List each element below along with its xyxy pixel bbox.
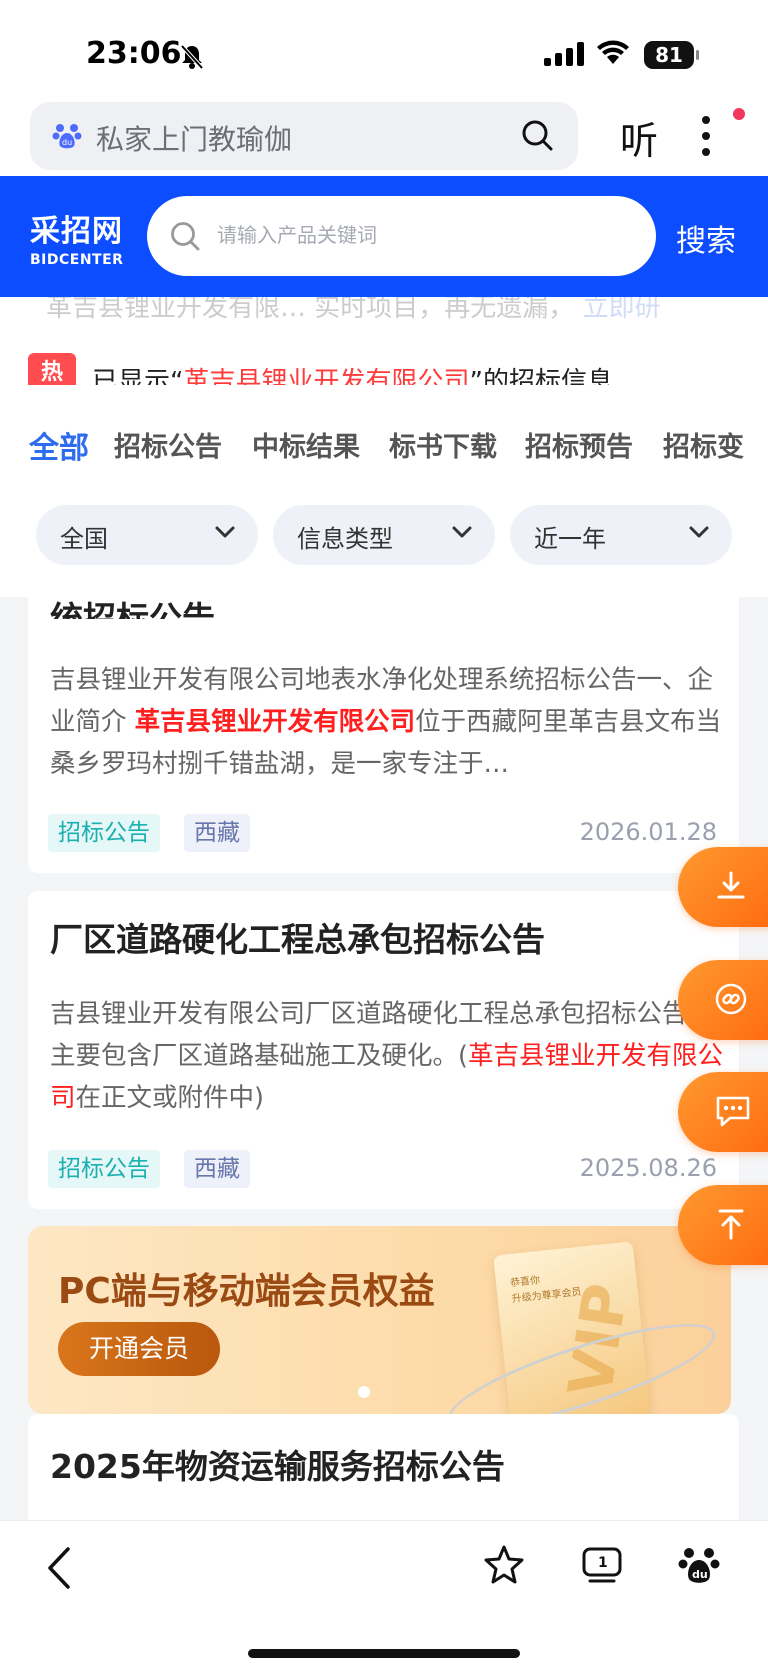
result-card[interactable]: 厂区道路硬化工程总承包招标公告 吉县锂业开发有限公司厂区道路硬化工程总承包招标公… — [28, 891, 739, 1209]
wifi-icon — [597, 40, 629, 64]
svg-text:1: 1 — [598, 1555, 608, 1571]
battery-indicator: 81 — [644, 41, 699, 69]
browser-toolbar: du 私家上门教瑜伽 听 — [0, 100, 768, 176]
browser-bottom-bar: 1 du — [0, 1520, 768, 1669]
chevron-down-icon — [452, 526, 472, 538]
filter-bar: 全国 信息类型 近一年 — [0, 485, 768, 597]
back-arrow-icon[interactable] — [42, 1543, 76, 1593]
site-search-icon — [171, 222, 200, 251]
site-header: 采招网 BIDCENTER 搜索 — [0, 176, 768, 297]
tab-doc-download[interactable]: 标书下载 — [389, 425, 497, 464]
cellular-signal-icon — [544, 42, 584, 66]
svg-text:du: du — [692, 1568, 708, 1581]
status-bar: 23:06 81 — [0, 0, 768, 100]
clock: 23:06 — [86, 36, 182, 71]
chat-icon — [716, 1096, 750, 1127]
more-menu-icon[interactable] — [700, 114, 712, 158]
arrow-up-icon — [718, 1209, 744, 1240]
tab-bid-notice[interactable]: 招标公告 — [114, 425, 222, 464]
site-search-box[interactable] — [147, 196, 656, 276]
info-type-filter[interactable]: 信息类型 — [273, 505, 495, 565]
result-description: 吉县锂业开发有限公司厂区道路硬化工程总承包招标公告，主要包含厂区道路基础施工及硬… — [50, 999, 723, 1113]
banner-title: PC端与移动端会员权益 — [58, 1271, 435, 1312]
link-icon — [715, 983, 747, 1015]
open-membership-button[interactable]: 开通会员 — [58, 1322, 220, 1376]
time-range-filter[interactable]: 近一年 — [510, 505, 732, 565]
publish-date: 2025.08.26 — [579, 1154, 717, 1182]
download-float-button[interactable] — [678, 847, 768, 927]
region-filter[interactable]: 全国 — [36, 505, 258, 565]
publish-date: 2026.01.28 — [579, 818, 717, 846]
download-icon — [717, 871, 745, 899]
type-tag: 招标公告 — [48, 814, 160, 852]
tab-bid-change[interactable]: 招标变 — [663, 425, 744, 464]
baidu-paw-icon: du — [52, 124, 82, 149]
hot-badge: 热 — [28, 353, 76, 385]
browser-query-text: 私家上门教瑜伽 — [96, 123, 293, 156]
chevron-down-icon — [689, 526, 709, 538]
site-logo[interactable]: 采招网 BIDCENTER — [30, 206, 123, 268]
scrolling-ticker: 革吉县锂业开发有限… 实时项目，再无遗漏， 立即研 — [46, 297, 661, 323]
result-card[interactable]: 2025年物资运输服务招标公告 — [28, 1414, 739, 1534]
home-indicator — [248, 1649, 520, 1658]
link-float-button[interactable] — [678, 960, 768, 1040]
result-title[interactable]: 统招标公告 — [50, 589, 215, 619]
tab-bid-preview[interactable]: 招标预告 — [525, 425, 633, 464]
chat-float-button[interactable] — [678, 1072, 768, 1152]
browser-search-box[interactable]: du 私家上门教瑜伽 — [30, 102, 578, 170]
membership-banner[interactable]: PC端与移动端会员权益 开通会员 恭喜你 升级为尊享会员 VIP — [28, 1226, 731, 1414]
carousel-indicator — [358, 1386, 370, 1398]
listen-button[interactable]: 听 — [620, 110, 658, 165]
notice-strip: 革吉县锂业开发有限… 实时项目，再无遗漏， 立即研 热 已显示“革吉县锂业开发有… — [0, 297, 768, 385]
back-to-top-float-button[interactable] — [678, 1185, 768, 1265]
tabs-icon[interactable]: 1 — [580, 1543, 624, 1587]
tab-award-result[interactable]: 中标结果 — [252, 425, 360, 464]
baidu-home-icon[interactable]: du — [678, 1543, 720, 1587]
mute-bell-icon — [180, 44, 204, 70]
chevron-down-icon — [215, 526, 235, 538]
svg-text:du: du — [62, 138, 72, 147]
notification-dot — [733, 108, 745, 120]
site-search-input[interactable] — [217, 214, 637, 258]
region-tag: 西藏 — [184, 1150, 250, 1188]
result-title[interactable]: 厂区道路硬化工程总承包招标公告 — [50, 913, 545, 961]
type-tag: 招标公告 — [48, 1150, 160, 1188]
star-icon[interactable] — [482, 1543, 526, 1587]
result-title[interactable]: 2025年物资运输服务招标公告 — [50, 1440, 505, 1488]
search-icon[interactable] — [520, 118, 554, 152]
site-search-button[interactable]: 搜索 — [676, 216, 736, 260]
result-notice-text: 已显示“革吉县锂业开发有限公司”的招标信息 — [92, 367, 613, 385]
tab-all[interactable]: 全部 — [29, 423, 89, 467]
result-card[interactable]: 统招标公告 吉县锂业开发有限公司地表水净化处理系统招标公告一、企业简介 革吉县锂… — [28, 597, 739, 873]
region-tag: 西藏 — [184, 814, 250, 852]
result-description: 吉县锂业开发有限公司地表水净化处理系统招标公告一、企业简介 革吉县锂业开发有限公… — [50, 665, 722, 779]
category-tabs: 全部 招标公告 中标结果 标书下载 招标预告 招标变 — [0, 385, 768, 485]
